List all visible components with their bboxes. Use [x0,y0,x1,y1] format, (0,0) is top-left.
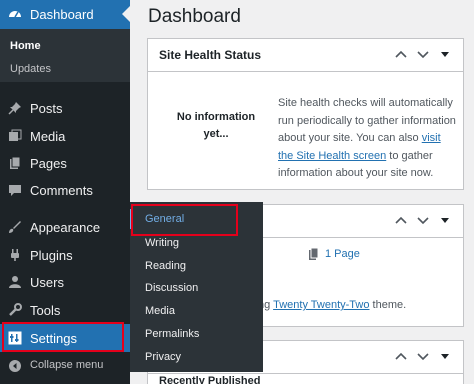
page-title: Dashboard [148,6,241,27]
sidebar-item-label: Media [30,129,66,144]
caret-down-icon[interactable] [438,47,452,61]
collapse-arrow-icon [9,360,21,372]
widget-title: Site Health Status [159,48,262,62]
flyout-item-discussion[interactable]: Discussion [145,282,198,294]
sidebar-item-label: Comments [30,183,93,198]
sidebar-item-tools[interactable]: Tools [0,297,130,323]
chevron-down-icon[interactable] [416,349,430,363]
chevron-down-icon[interactable] [416,213,430,227]
theme-link[interactable]: Twenty Twenty-Two [273,299,369,311]
chevron-up-icon[interactable] [394,213,408,227]
chevron-down-icon[interactable] [416,47,430,61]
current-menu-caret [122,6,130,22]
pushpin-icon [8,102,21,115]
collapse-menu-button[interactable]: Collapse menu [0,353,130,379]
sidebar-item-pages[interactable]: Pages [0,150,130,176]
flyout-item-permalinks[interactable]: Permalinks [145,328,199,340]
sidebar-item-comments[interactable]: Comments [0,177,130,203]
site-health-description: Site health checks will automatically ru… [278,95,458,183]
chevron-up-icon[interactable] [394,349,408,363]
pages-icon [309,247,319,260]
media-icon [9,129,22,141]
recently-published-heading: Recently Published [159,375,261,384]
wrench-icon [9,303,22,316]
collapse-menu-label: Collapse menu [30,359,104,371]
sidebar-item-label: Plugins [30,248,73,263]
theme-suffix: theme. [369,299,407,311]
flyout-item-privacy[interactable]: Privacy [145,351,181,363]
sidebar-item-label: Users [30,275,64,290]
settings-highlight-box [2,322,124,352]
sidebar-item-posts[interactable]: Posts [0,95,130,121]
sidebar-item-label: Dashboard [30,7,94,22]
no-info-line-1: No information [176,111,256,123]
dashboard-icon [9,11,21,18]
general-highlight-box [131,204,238,236]
submenu-item-updates[interactable]: Updates [10,63,51,75]
flyout-item-writing[interactable]: Writing [145,237,179,249]
sidebar-item-label: Appearance [30,220,101,235]
pages-icon [10,156,21,169]
caret-down-icon[interactable] [438,213,452,227]
page-count-link[interactable]: 1 Page [325,248,360,260]
sidebar-item-label: Pages [30,156,67,171]
sidebar-item-dashboard[interactable]: Dashboard [0,0,130,29]
submenu-item-home[interactable]: Home [10,40,41,52]
sidebar-item-label: Posts [30,101,63,116]
chevron-up-icon[interactable] [394,47,408,61]
sidebar-item-media[interactable]: Media [0,123,130,149]
paintbrush-icon [9,221,21,233]
site-health-widget: Site Health Status No information yet...… [147,38,464,190]
user-icon [9,276,21,288]
widget-header: Site Health Status [148,39,463,72]
theme-info: ng Twenty Twenty-Two theme. [258,299,406,311]
flyout-item-reading[interactable]: Reading [145,260,186,272]
flyout-item-media[interactable]: Media [145,305,175,317]
plug-icon [11,249,19,261]
sidebar-item-plugins[interactable]: Plugins [0,242,130,268]
caret-down-icon[interactable] [438,349,452,363]
sidebar-item-label: Tools [30,303,61,318]
sidebar-item-appearance[interactable]: Appearance [0,214,130,240]
no-info-line-2: yet... [203,128,229,140]
sidebar-item-users[interactable]: Users [0,269,130,295]
dashboard-submenu: Home Updates [0,29,130,82]
comment-bubble-icon [9,185,21,196]
